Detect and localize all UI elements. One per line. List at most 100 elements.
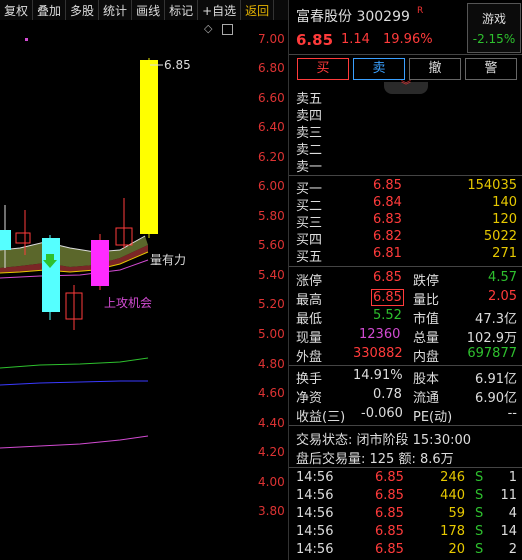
y-tick: 6.40 [258, 120, 285, 134]
float-value: 6.90亿 [475, 391, 517, 406]
y-tick: 5.40 [258, 268, 285, 282]
tick-row: 14:56 6.85 20 S 2 [289, 542, 522, 559]
high-label: 最高 [296, 293, 323, 308]
y-tick: 3.80 [258, 504, 285, 518]
y-tick: 6.80 [258, 61, 285, 75]
candle-down [0, 230, 11, 250]
tick-time: 14:56 [296, 488, 334, 503]
kline-chart[interactable]: 6.85 量有力 上攻机会 ◇ 7.00 6.80 6.60 6.40 6.20… [0, 20, 288, 560]
total-vol-value: 102.9万 [466, 331, 517, 346]
stats-row: 现量 12360 总量 102.9万 [289, 327, 522, 346]
pe-label: PE(动) [413, 410, 453, 425]
low-value: 5.52 [373, 308, 402, 323]
y-tick: 5.60 [258, 238, 285, 252]
limit-up-value: 6.85 [373, 270, 402, 285]
status-row: 盘后交易量: 125 额: 8.6万 [289, 448, 522, 467]
bid-row[interactable]: 买四 6.82 5022 [289, 229, 522, 248]
sector-name: 游戏 [481, 12, 506, 26]
y-tick: 5.80 [258, 209, 285, 223]
window-toggle-icon[interactable] [222, 24, 233, 35]
tick-time: 14:56 [296, 542, 334, 557]
candle-up [15, 232, 31, 244]
stats-row: 收益(三) -0.060 PE(动) -- [289, 406, 522, 425]
tick-row: 14:56 6.85 440 S 11 [289, 488, 522, 505]
toolbar-statistics[interactable]: 统计 [99, 0, 133, 20]
bid-price: 6.82 [373, 229, 402, 244]
toolbar-draw-line[interactable]: 画线 [132, 0, 166, 20]
bid-volume: 271 [492, 246, 517, 261]
stats-row: 涨停 6.85 跌停 4.57 [289, 270, 522, 289]
toolbar-overlay[interactable]: 叠加 [33, 0, 67, 20]
stock-name-code: 富春股份 300299 [296, 9, 410, 25]
bid-row[interactable]: 买三 6.83 120 [289, 212, 522, 231]
cancel-order-button[interactable]: 撤 [409, 58, 461, 80]
y-tick: 7.00 [258, 32, 285, 46]
ma-band [0, 236, 148, 268]
tick-price: 6.85 [375, 524, 404, 539]
toolbar-add-watchlist[interactable]: +自选 [198, 0, 242, 20]
tick-time: 14:56 [296, 524, 334, 539]
limit-down-value: 4.57 [488, 270, 517, 285]
tick-volume: 20 [448, 542, 465, 557]
toolbar-back[interactable]: 返回 [241, 0, 275, 20]
stats-row: 最低 5.52 市值 47.3亿 [289, 308, 522, 327]
tick-row: 14:56 6.85 246 S 1 [289, 470, 522, 487]
bid-row[interactable]: 买二 6.84 140 [289, 195, 522, 214]
float-label: 流通 [413, 391, 440, 406]
tick-price: 6.85 [375, 542, 404, 557]
ask-row: 卖三 [289, 122, 522, 141]
bid-row[interactable]: 买一 6.85 154035 [289, 178, 522, 197]
sector-change: -2.15% [472, 32, 516, 46]
kline-svg [0, 38, 163, 449]
marker-dot [25, 38, 28, 41]
alert-button[interactable]: 警 [465, 58, 517, 80]
ma60-line [0, 357, 149, 369]
ma120-line [0, 380, 148, 386]
y-tick: 4.20 [258, 445, 285, 459]
outer-label: 外盘 [296, 350, 323, 365]
divider [289, 365, 522, 366]
tick-volume: 178 [440, 524, 465, 539]
limit-down-label: 跌停 [413, 274, 440, 289]
eps-value: -0.060 [361, 406, 403, 421]
eps-label: 收益(三) [296, 410, 346, 425]
ask-row: 卖二 [289, 139, 522, 158]
buy-button[interactable]: 买 [297, 58, 349, 80]
tick-row: 14:56 6.85 178 S 14 [289, 524, 522, 541]
toolbar-restore-rights[interactable]: 复权 [0, 0, 34, 20]
toolbar-mark[interactable]: 标记 [165, 0, 199, 20]
y-tick: 4.40 [258, 416, 285, 430]
stats-row: 净资 0.78 流通 6.90亿 [289, 387, 522, 406]
tick-side: S [475, 542, 484, 557]
inner-label: 内盘 [413, 350, 440, 365]
down-arrow-stem [46, 254, 54, 260]
tick-time: 14:56 [296, 470, 334, 485]
tick-side: S [475, 524, 484, 539]
volume-strong-label: 量有力 [150, 253, 187, 267]
stats-row: 换手 14.91% 股本 6.91亿 [289, 368, 522, 387]
bid-price: 6.84 [373, 195, 402, 210]
inner-value: 697877 [467, 346, 517, 361]
candle-highlight [91, 240, 109, 286]
y-tick: 4.60 [258, 386, 285, 400]
ask-row: 卖五 [289, 88, 522, 107]
after-hours-volume: 盘后交易量: 125 额: 8.6万 [296, 452, 454, 467]
sell-button[interactable]: 卖 [353, 58, 405, 80]
stats-row: 外盘 330882 内盘 697877 [289, 346, 522, 365]
mkt-cap-value: 47.3亿 [475, 312, 517, 327]
pe-value: -- [507, 406, 517, 421]
bid-volume: 154035 [467, 178, 517, 193]
bid-volume: 120 [492, 212, 517, 227]
tick-price: 6.85 [375, 470, 404, 485]
diamond-icon[interactable]: ◇ [204, 22, 212, 35]
y-tick: 6.00 [258, 179, 285, 193]
tick-side: S [475, 488, 484, 503]
bid-row[interactable]: 买五 6.81 271 [289, 246, 522, 265]
limit-up-label: 涨停 [296, 274, 323, 289]
share-cap-value: 6.91亿 [475, 372, 517, 387]
toolbar-multi-stock[interactable]: 多股 [66, 0, 100, 20]
bid-volume: 5022 [483, 229, 517, 244]
divider [289, 467, 522, 468]
attack-chance-label: 上攻机会 [104, 296, 153, 310]
sector-box[interactable]: 游戏 -2.15% [467, 3, 521, 53]
